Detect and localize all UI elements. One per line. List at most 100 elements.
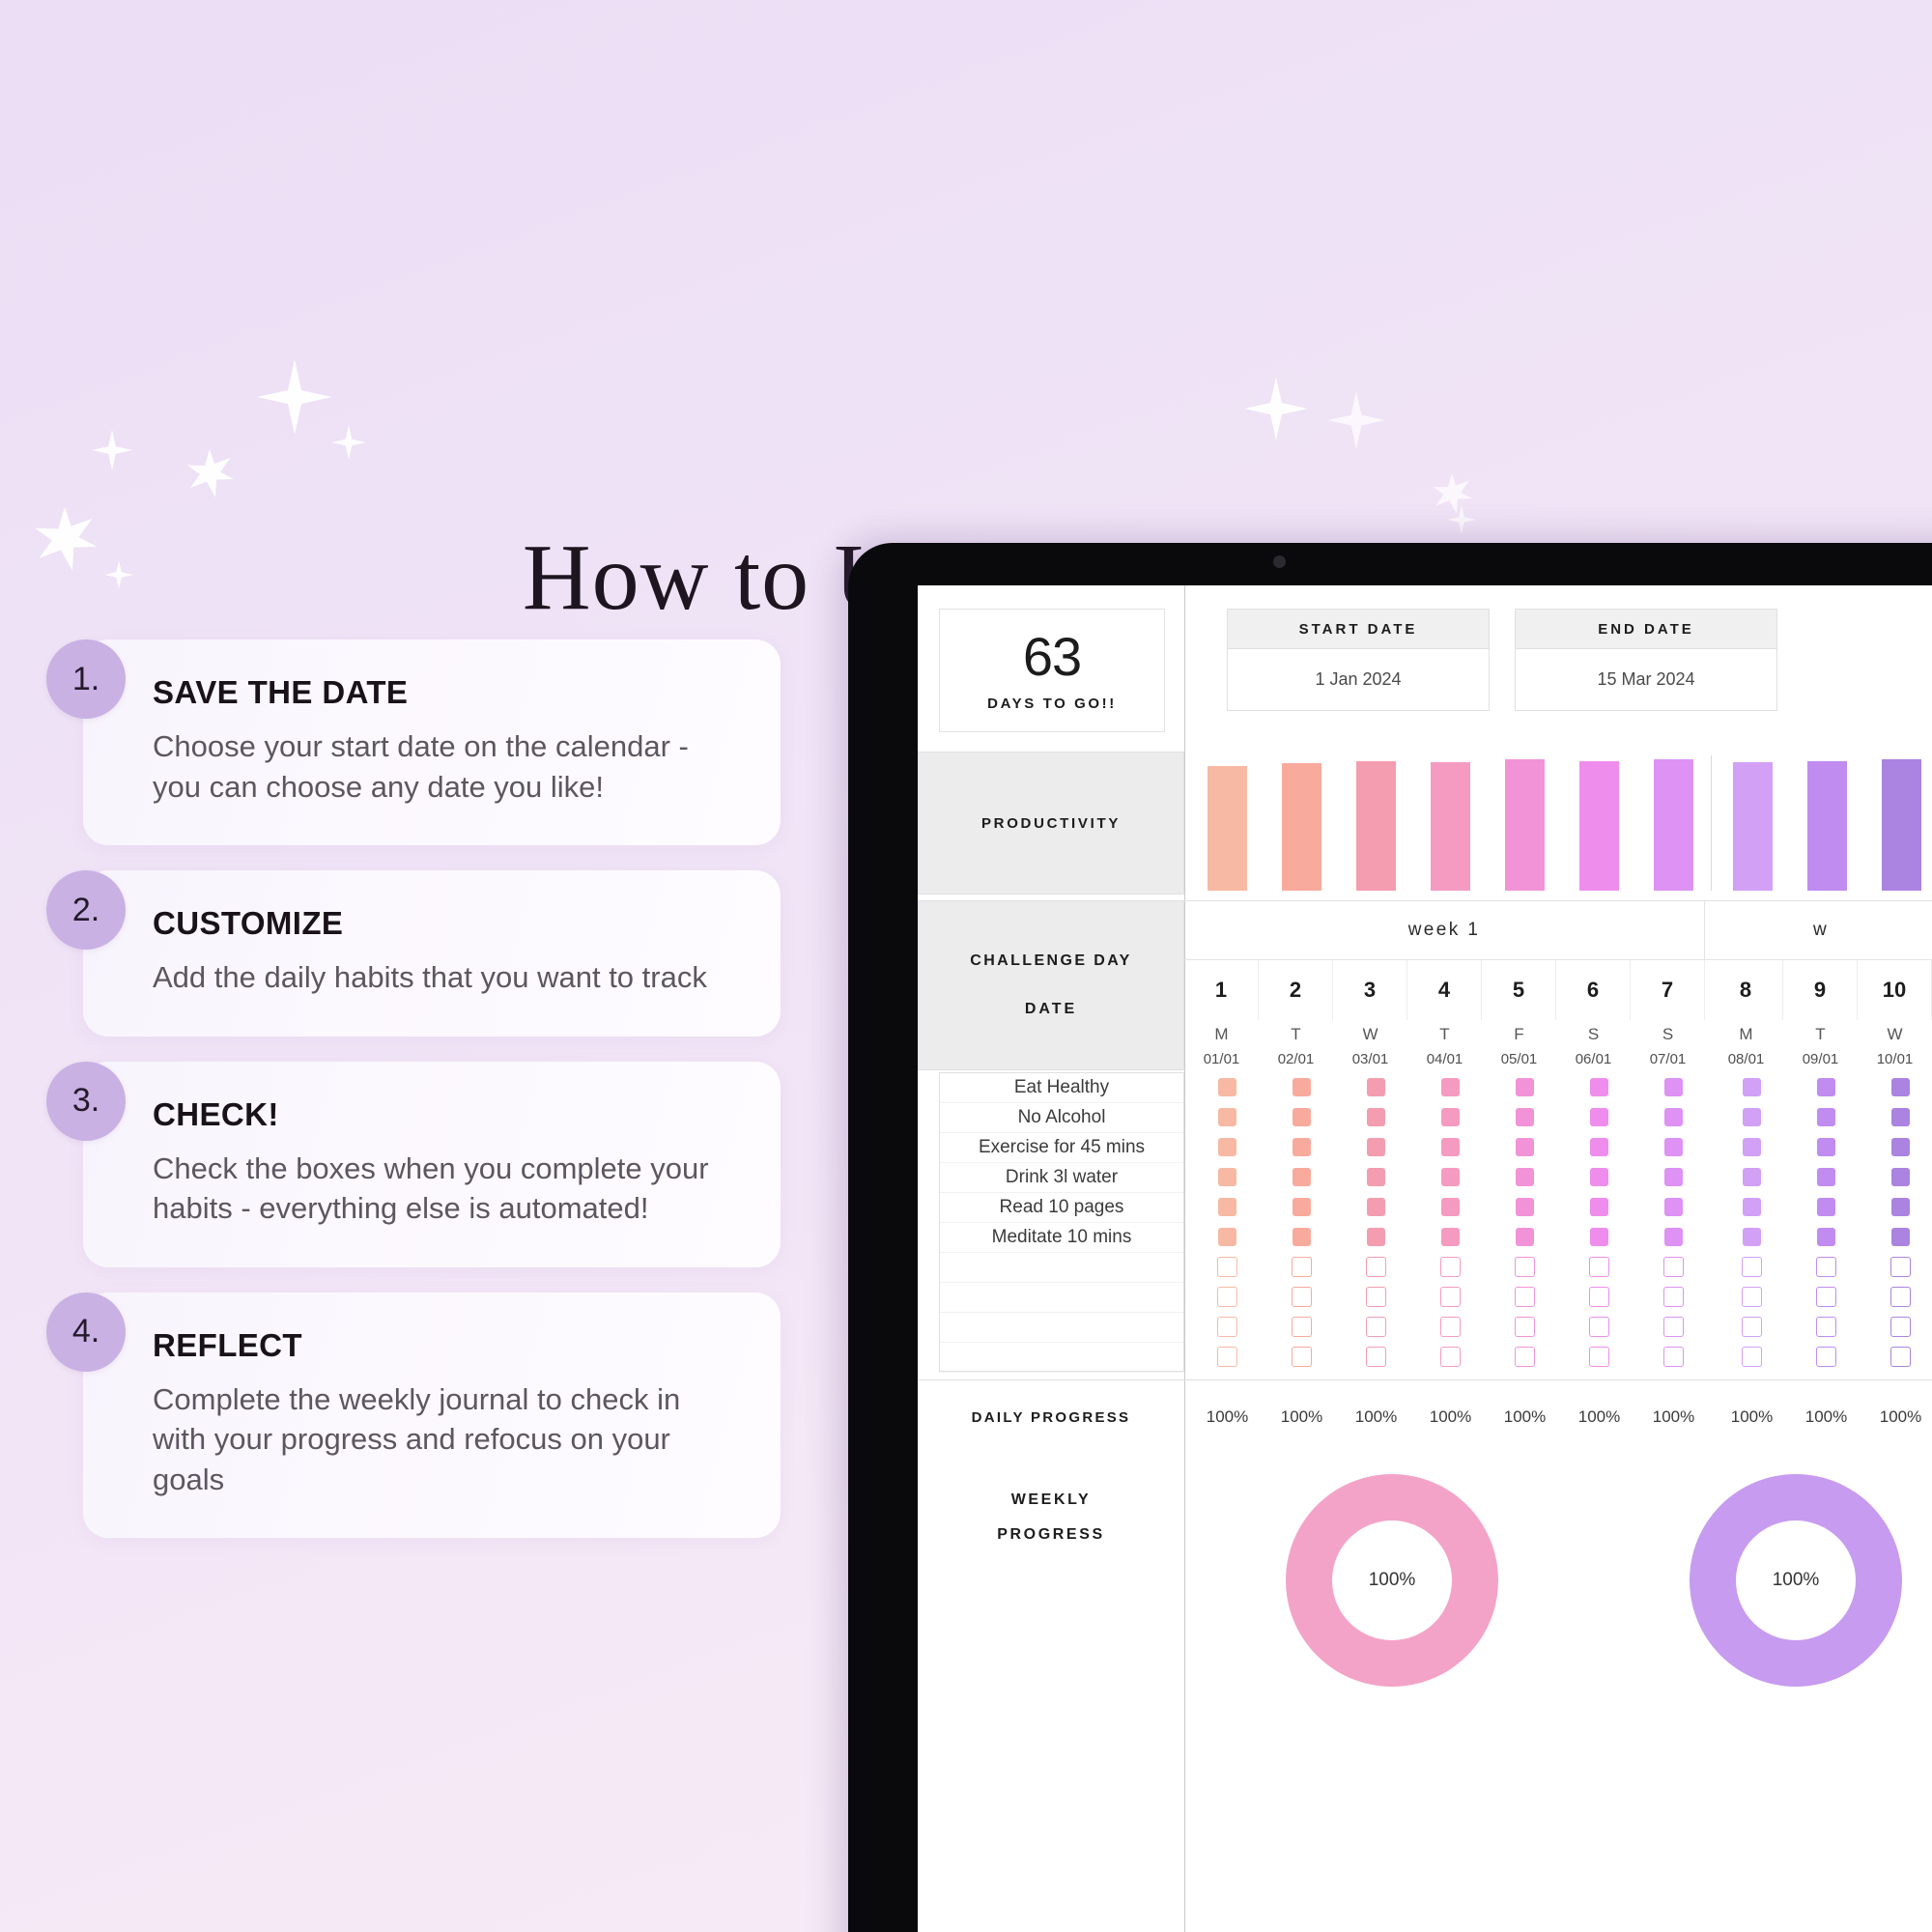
checkbox-empty-icon[interactable] — [1816, 1317, 1836, 1337]
checkbox-checked-icon[interactable]: ✓ — [1817, 1228, 1835, 1246]
habit-checkbox-cell[interactable]: ✓ — [1863, 1192, 1932, 1222]
checkbox-checked-icon[interactable]: ✓ — [1367, 1198, 1385, 1216]
checkbox-checked-icon[interactable]: ✓ — [1664, 1108, 1683, 1126]
habit-checkbox-cell[interactable]: ✓ — [1339, 1192, 1413, 1222]
habit-checkbox-cell[interactable] — [1413, 1282, 1488, 1312]
habit-checkbox-cell[interactable] — [1264, 1282, 1339, 1312]
habit-checkbox-cell[interactable] — [1264, 1312, 1339, 1342]
checkbox-empty-icon[interactable] — [1890, 1317, 1911, 1337]
habit-checkbox-cell[interactable]: ✓ — [1863, 1222, 1932, 1252]
habit-checkbox-cell[interactable]: ✓ — [1715, 1192, 1789, 1222]
habit-checkbox-cell[interactable]: ✓ — [1339, 1132, 1413, 1162]
checkbox-empty-icon[interactable] — [1589, 1287, 1609, 1307]
checkbox-empty-icon[interactable] — [1440, 1287, 1461, 1307]
checkbox-empty-icon[interactable] — [1663, 1287, 1684, 1307]
habit-checkbox-cell[interactable]: ✓ — [1339, 1222, 1413, 1252]
checkbox-empty-icon[interactable] — [1742, 1347, 1762, 1367]
checkbox-checked-icon[interactable]: ✓ — [1516, 1078, 1534, 1096]
checkbox-checked-icon[interactable]: ✓ — [1743, 1168, 1761, 1186]
checkbox-checked-icon[interactable]: ✓ — [1516, 1168, 1534, 1186]
habit-checkbox-cell[interactable] — [1863, 1342, 1932, 1372]
checkbox-empty-icon[interactable] — [1515, 1257, 1535, 1277]
habit-checkbox-cell[interactable]: ✓ — [1264, 1102, 1339, 1132]
checkbox-empty-icon[interactable] — [1366, 1317, 1386, 1337]
habit-checkbox-grid[interactable]: ✓ ✓ ✓ ✓ ✓ ✓ ✓ ✓ ✓ ✓ ✓ ✓ ✓ ✓ ✓ ✓ ✓ ✓ ✓ ✓ ✓ ✓ ✓ ✓ ✓ ✓ ✓ ✓ ✓ ✓ ✓ ✓ ✓ ✓ ✓ ✓ ✓ ✓ ✓ ✓… — [1190, 1072, 1932, 1372]
checkbox-checked-icon[interactable]: ✓ — [1441, 1078, 1460, 1096]
habit-checkbox-cell[interactable]: ✓ — [1562, 1072, 1636, 1102]
checkbox-checked-icon[interactable]: ✓ — [1664, 1138, 1683, 1156]
habit-checkbox-cell[interactable] — [1715, 1312, 1789, 1342]
checkbox-checked-icon[interactable]: ✓ — [1441, 1228, 1460, 1246]
checkbox-checked-icon[interactable]: ✓ — [1441, 1138, 1460, 1156]
checkbox-empty-icon[interactable] — [1515, 1287, 1535, 1307]
habit-checkbox-cell[interactable] — [1190, 1282, 1264, 1312]
habit-checkbox-cell[interactable]: ✓ — [1413, 1162, 1488, 1192]
checkbox-empty-icon[interactable] — [1366, 1257, 1386, 1277]
habit-checkbox-cell[interactable] — [1789, 1252, 1863, 1282]
checkbox-checked-icon[interactable]: ✓ — [1743, 1078, 1761, 1096]
checkbox-checked-icon[interactable]: ✓ — [1817, 1198, 1835, 1216]
habit-checkbox-cell[interactable]: ✓ — [1863, 1102, 1932, 1132]
checkbox-checked-icon[interactable]: ✓ — [1664, 1168, 1683, 1186]
habit-checkbox-cell[interactable]: ✓ — [1562, 1222, 1636, 1252]
habit-checkbox-cell[interactable]: ✓ — [1190, 1102, 1264, 1132]
checkbox-checked-icon[interactable]: ✓ — [1441, 1108, 1460, 1126]
checkbox-empty-icon[interactable] — [1440, 1257, 1461, 1277]
habit-checkbox-cell[interactable]: ✓ — [1636, 1132, 1711, 1162]
checkbox-checked-icon[interactable]: ✓ — [1817, 1168, 1835, 1186]
habit-name-cell[interactable]: Meditate 10 mins — [940, 1223, 1183, 1253]
habit-checkbox-cell[interactable]: ✓ — [1264, 1162, 1339, 1192]
checkbox-checked-icon[interactable]: ✓ — [1218, 1078, 1236, 1096]
checkbox-checked-icon[interactable]: ✓ — [1590, 1138, 1608, 1156]
checkbox-empty-icon[interactable] — [1742, 1257, 1762, 1277]
habit-checkbox-cell[interactable] — [1488, 1282, 1562, 1312]
habit-name-cell[interactable] — [940, 1343, 1183, 1373]
habit-checkbox-cell[interactable] — [1413, 1312, 1488, 1342]
checkbox-checked-icon[interactable]: ✓ — [1590, 1198, 1608, 1216]
habit-checkbox-cell[interactable] — [1562, 1312, 1636, 1342]
checkbox-empty-icon[interactable] — [1217, 1287, 1237, 1307]
checkbox-empty-icon[interactable] — [1366, 1287, 1386, 1307]
checkbox-checked-icon[interactable]: ✓ — [1441, 1168, 1460, 1186]
habit-checkbox-cell[interactable]: ✓ — [1264, 1222, 1339, 1252]
checkbox-checked-icon[interactable]: ✓ — [1516, 1108, 1534, 1126]
checkbox-checked-icon[interactable]: ✓ — [1293, 1138, 1311, 1156]
habit-checkbox-cell[interactable] — [1863, 1282, 1932, 1312]
checkbox-checked-icon[interactable]: ✓ — [1367, 1108, 1385, 1126]
habit-name-cell[interactable]: Drink 3l water — [940, 1163, 1183, 1193]
checkbox-empty-icon[interactable] — [1292, 1257, 1312, 1277]
checkbox-empty-icon[interactable] — [1890, 1257, 1911, 1277]
checkbox-empty-icon[interactable] — [1292, 1287, 1312, 1307]
checkbox-checked-icon[interactable]: ✓ — [1367, 1138, 1385, 1156]
habit-checkbox-cell[interactable] — [1636, 1252, 1711, 1282]
habit-checkbox-cell[interactable] — [1264, 1252, 1339, 1282]
habit-checkbox-cell[interactable]: ✓ — [1190, 1162, 1264, 1192]
habit-checkbox-cell[interactable] — [1488, 1312, 1562, 1342]
checkbox-empty-icon[interactable] — [1663, 1347, 1684, 1367]
habit-checkbox-cell[interactable]: ✓ — [1562, 1192, 1636, 1222]
habit-checkbox-cell[interactable]: ✓ — [1789, 1102, 1863, 1132]
checkbox-empty-icon[interactable] — [1217, 1257, 1237, 1277]
habit-checkbox-cell[interactable]: ✓ — [1264, 1132, 1339, 1162]
habit-checkbox-cell[interactable]: ✓ — [1488, 1132, 1562, 1162]
habit-checkbox-cell[interactable]: ✓ — [1413, 1222, 1488, 1252]
checkbox-empty-icon[interactable] — [1440, 1347, 1461, 1367]
checkbox-checked-icon[interactable]: ✓ — [1891, 1198, 1910, 1216]
habit-checkbox-cell[interactable]: ✓ — [1636, 1072, 1711, 1102]
habit-checkbox-cell[interactable]: ✓ — [1339, 1162, 1413, 1192]
habit-checkbox-cell[interactable] — [1789, 1312, 1863, 1342]
checkbox-checked-icon[interactable]: ✓ — [1441, 1198, 1460, 1216]
checkbox-checked-icon[interactable]: ✓ — [1218, 1108, 1236, 1126]
habit-checkbox-cell[interactable]: ✓ — [1789, 1132, 1863, 1162]
habit-name-cell[interactable] — [940, 1253, 1183, 1283]
habit-checkbox-cell[interactable]: ✓ — [1562, 1162, 1636, 1192]
checkbox-checked-icon[interactable]: ✓ — [1516, 1138, 1534, 1156]
habit-checkbox-cell[interactable]: ✓ — [1636, 1222, 1711, 1252]
checkbox-checked-icon[interactable]: ✓ — [1590, 1228, 1608, 1246]
habit-checkbox-cell[interactable] — [1488, 1252, 1562, 1282]
habit-checkbox-cell[interactable]: ✓ — [1715, 1072, 1789, 1102]
checkbox-checked-icon[interactable]: ✓ — [1367, 1078, 1385, 1096]
end-date-value[interactable]: 15 Mar 2024 — [1516, 649, 1776, 710]
checkbox-checked-icon[interactable]: ✓ — [1293, 1108, 1311, 1126]
checkbox-checked-icon[interactable]: ✓ — [1664, 1228, 1683, 1246]
